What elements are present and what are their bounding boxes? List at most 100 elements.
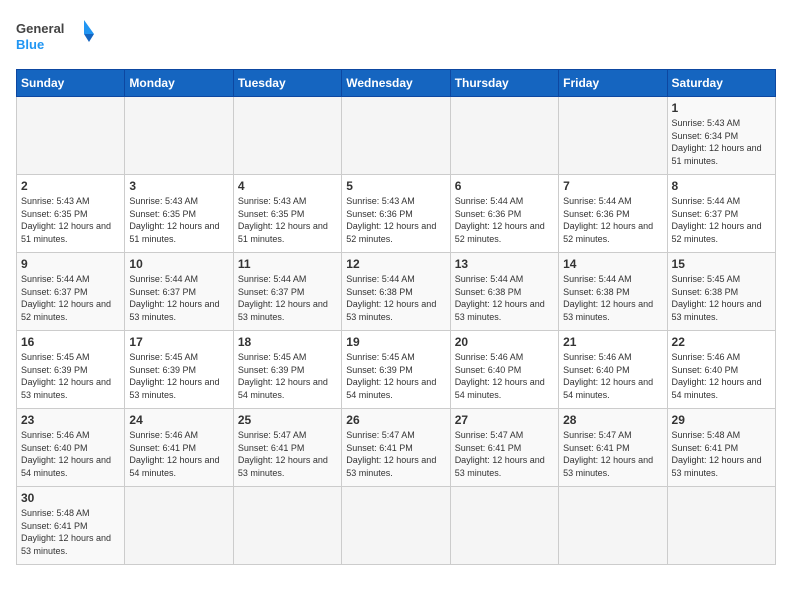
calendar-cell xyxy=(233,97,341,175)
calendar-cell: 24Sunrise: 5:46 AM Sunset: 6:41 PM Dayli… xyxy=(125,409,233,487)
calendar-cell xyxy=(559,487,667,565)
calendar-row-0: 1 Sunrise: 5:43 AM Sunset: 6:34 PM Daylig… xyxy=(17,97,776,175)
day-info: Sunrise: 5:46 AM Sunset: 6:40 PM Dayligh… xyxy=(21,429,120,479)
calendar-row-4: 23 Sunrise: 5:46 AM Sunset: 6:40 PM Dayli… xyxy=(17,409,776,487)
day-number: 26 xyxy=(346,413,445,427)
calendar-cell xyxy=(559,97,667,175)
day-number: 28 xyxy=(563,413,662,427)
calendar-cell: 19 Sunrise: 5:45 AM Sunset: 6:39 PM Dayli… xyxy=(342,331,450,409)
day-number: 19 xyxy=(346,335,445,349)
logo-svg: General Blue xyxy=(16,16,96,61)
calendar-cell xyxy=(667,487,775,565)
day-number: 25 xyxy=(238,413,337,427)
day-info: Sunrise: 5:44 AM Sunset: 6:38 PM Dayligh… xyxy=(346,273,445,323)
day-number: 27 xyxy=(455,413,554,427)
day-number: 5 xyxy=(346,179,445,193)
day-number: 12 xyxy=(346,257,445,271)
day-number: 23 xyxy=(21,413,120,427)
day-number: 2 xyxy=(21,179,120,193)
weekday-header-wednesday: Wednesday xyxy=(342,70,450,97)
day-info: Sunrise: 5:43 AM Sunset: 6:34 PM Dayligh… xyxy=(672,117,771,167)
calendar-cell xyxy=(342,487,450,565)
day-number: 14 xyxy=(563,257,662,271)
calendar-cell xyxy=(450,487,558,565)
day-number: 29 xyxy=(672,413,771,427)
calendar-cell: 1 Sunrise: 5:43 AM Sunset: 6:34 PM Daylig… xyxy=(667,97,775,175)
calendar-cell: 16 Sunrise: 5:45 AM Sunset: 6:39 PM Dayli… xyxy=(17,331,125,409)
day-number: 1 xyxy=(672,101,771,115)
calendar-cell: 4 Sunrise: 5:43 AM Sunset: 6:35 PM Daylig… xyxy=(233,175,341,253)
calendar-cell: 5Sunrise: 5:43 AM Sunset: 6:36 PM Daylig… xyxy=(342,175,450,253)
calendar-cell: 10 Sunrise: 5:44 AM Sunset: 6:37 PM Dayli… xyxy=(125,253,233,331)
calendar-cell: 18 Sunrise: 5:45 AM Sunset: 6:39 PM Dayli… xyxy=(233,331,341,409)
day-number: 3 xyxy=(129,179,228,193)
calendar-table: SundayMondayTuesdayWednesdayThursdayFrid… xyxy=(16,69,776,565)
day-number: 20 xyxy=(455,335,554,349)
calendar-cell: 25 Sunrise: 5:47 AM Sunset: 6:41 PM Dayli… xyxy=(233,409,341,487)
day-info: Sunrise: 5:44 AM Sunset: 6:38 PM Dayligh… xyxy=(563,273,662,323)
calendar-cell: 23 Sunrise: 5:46 AM Sunset: 6:40 PM Dayli… xyxy=(17,409,125,487)
day-info: Sunrise: 5:45 AM Sunset: 6:39 PM Dayligh… xyxy=(129,351,228,401)
day-number: 9 xyxy=(21,257,120,271)
calendar-cell: 14 Sunrise: 5:44 AM Sunset: 6:38 PM Dayli… xyxy=(559,253,667,331)
day-number: 18 xyxy=(238,335,337,349)
calendar-row-1: 2 Sunrise: 5:43 AM Sunset: 6:35 PM Daylig… xyxy=(17,175,776,253)
day-info: Sunrise: 5:45 AM Sunset: 6:39 PM Dayligh… xyxy=(21,351,120,401)
day-number: 4 xyxy=(238,179,337,193)
day-number: 10 xyxy=(129,257,228,271)
day-info: Sunrise: 5:46 AM Sunset: 6:40 PM Dayligh… xyxy=(455,351,554,401)
calendar-row-3: 16 Sunrise: 5:45 AM Sunset: 6:39 PM Dayli… xyxy=(17,331,776,409)
calendar-cell: 7Sunrise: 5:44 AM Sunset: 6:36 PM Daylig… xyxy=(559,175,667,253)
day-info: Sunrise: 5:43 AM Sunset: 6:35 PM Dayligh… xyxy=(238,195,337,245)
calendar-cell: 22 Sunrise: 5:46 AM Sunset: 6:40 PM Dayli… xyxy=(667,331,775,409)
day-info: Sunrise: 5:45 AM Sunset: 6:38 PM Dayligh… xyxy=(672,273,771,323)
calendar-cell: 28 Sunrise: 5:47 AM Sunset: 6:41 PM Dayli… xyxy=(559,409,667,487)
day-number: 13 xyxy=(455,257,554,271)
day-info: Sunrise: 5:44 AM Sunset: 6:36 PM Dayligh… xyxy=(563,195,662,245)
day-number: 21 xyxy=(563,335,662,349)
day-info: Sunrise: 5:47 AM Sunset: 6:41 PM Dayligh… xyxy=(455,429,554,479)
calendar-row-5: 30 Sunrise: 5:48 AM Sunset: 6:41 PM Dayli… xyxy=(17,487,776,565)
day-info: Sunrise: 5:44 AM Sunset: 6:38 PM Dayligh… xyxy=(455,273,554,323)
day-info: Sunrise: 5:46 AM Sunset: 6:40 PM Dayligh… xyxy=(672,351,771,401)
svg-text:General: General xyxy=(16,21,64,36)
day-info: Sunrise: 5:43 AM Sunset: 6:35 PM Dayligh… xyxy=(129,195,228,245)
weekday-header-monday: Monday xyxy=(125,70,233,97)
logo: General Blue xyxy=(16,16,96,61)
page-header: General Blue xyxy=(16,16,776,61)
day-info: Sunrise: 5:46 AM Sunset: 6:40 PM Dayligh… xyxy=(563,351,662,401)
day-info: Sunrise: 5:44 AM Sunset: 6:37 PM Dayligh… xyxy=(238,273,337,323)
calendar-cell: 9 Sunrise: 5:44 AM Sunset: 6:37 PM Daylig… xyxy=(17,253,125,331)
calendar-cell xyxy=(342,97,450,175)
day-info: Sunrise: 5:45 AM Sunset: 6:39 PM Dayligh… xyxy=(238,351,337,401)
day-info: Sunrise: 5:45 AM Sunset: 6:39 PM Dayligh… xyxy=(346,351,445,401)
calendar-cell: 2Sunrise: 5:43 AM Sunset: 6:35 PM Daylig… xyxy=(17,175,125,253)
day-number: 22 xyxy=(672,335,771,349)
calendar-cell xyxy=(125,97,233,175)
day-number: 8 xyxy=(672,179,771,193)
calendar-cell xyxy=(125,487,233,565)
weekday-header-sunday: Sunday xyxy=(17,70,125,97)
day-info: Sunrise: 5:47 AM Sunset: 6:41 PM Dayligh… xyxy=(238,429,337,479)
day-number: 15 xyxy=(672,257,771,271)
day-info: Sunrise: 5:44 AM Sunset: 6:36 PM Dayligh… xyxy=(455,195,554,245)
calendar-cell: 21 Sunrise: 5:46 AM Sunset: 6:40 PM Dayli… xyxy=(559,331,667,409)
day-number: 16 xyxy=(21,335,120,349)
day-info: Sunrise: 5:44 AM Sunset: 6:37 PM Dayligh… xyxy=(21,273,120,323)
svg-text:Blue: Blue xyxy=(16,37,44,52)
calendar-cell: 20 Sunrise: 5:46 AM Sunset: 6:40 PM Dayli… xyxy=(450,331,558,409)
day-info: Sunrise: 5:47 AM Sunset: 6:41 PM Dayligh… xyxy=(563,429,662,479)
weekday-header-thursday: Thursday xyxy=(450,70,558,97)
day-info: Sunrise: 5:48 AM Sunset: 6:41 PM Dayligh… xyxy=(21,507,120,557)
calendar-cell: 15 Sunrise: 5:45 AM Sunset: 6:38 PM Dayli… xyxy=(667,253,775,331)
day-info: Sunrise: 5:44 AM Sunset: 6:37 PM Dayligh… xyxy=(129,273,228,323)
weekday-header-row: SundayMondayTuesdayWednesdayThursdayFrid… xyxy=(17,70,776,97)
calendar-cell: 30 Sunrise: 5:48 AM Sunset: 6:41 PM Dayli… xyxy=(17,487,125,565)
calendar-cell: 8Sunrise: 5:44 AM Sunset: 6:37 PM Daylig… xyxy=(667,175,775,253)
day-number: 30 xyxy=(21,491,120,505)
calendar-cell xyxy=(17,97,125,175)
calendar-cell: 6 Sunrise: 5:44 AM Sunset: 6:36 PM Daylig… xyxy=(450,175,558,253)
weekday-header-friday: Friday xyxy=(559,70,667,97)
day-info: Sunrise: 5:47 AM Sunset: 6:41 PM Dayligh… xyxy=(346,429,445,479)
day-number: 6 xyxy=(455,179,554,193)
